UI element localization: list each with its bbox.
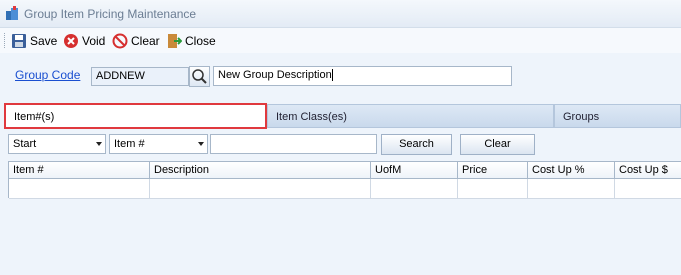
close-button[interactable]: Close: [166, 32, 216, 50]
search-field-select[interactable]: Item #: [109, 134, 208, 154]
title-bar: Group Item Pricing Maintenance: [0, 0, 681, 28]
close-icon: [168, 34, 182, 48]
grid-cell[interactable]: [150, 179, 371, 199]
column-header-item[interactable]: Item #: [9, 162, 150, 179]
grid-cell[interactable]: [615, 179, 681, 199]
text-caret: [331, 69, 333, 82]
search-field-value: Item #: [114, 138, 145, 150]
group-code-link[interactable]: Group Code: [15, 68, 80, 82]
column-header-cost-up-percent[interactable]: Cost Up %: [528, 162, 615, 179]
search-button[interactable]: Search: [381, 134, 452, 155]
toolbar: Save Void Clear Close: [0, 28, 681, 53]
toolbar-grip: [4, 33, 7, 48]
grid-cell[interactable]: [528, 179, 615, 199]
save-icon: [12, 34, 26, 48]
close-label: Close: [185, 34, 216, 48]
column-header-description[interactable]: Description: [150, 162, 371, 179]
group-code-input[interactable]: ADDNEW: [91, 67, 189, 86]
filter-clear-button[interactable]: Clear: [460, 134, 535, 155]
group-description-input[interactable]: New Group Description: [213, 66, 512, 86]
clear-label: Clear: [131, 34, 160, 48]
void-label: Void: [82, 34, 106, 48]
void-icon: [64, 34, 78, 48]
column-header-price[interactable]: Price: [458, 162, 528, 179]
save-label: Save: [30, 34, 58, 48]
chevron-down-icon: [96, 142, 102, 146]
app-icon: [6, 6, 18, 20]
clear-icon: [112, 33, 128, 49]
window-title: Group Item Pricing Maintenance: [24, 7, 197, 21]
tab-items[interactable]: Item#(s): [4, 103, 267, 129]
chevron-down-icon: [198, 142, 204, 146]
column-header-uofm[interactable]: UofM: [371, 162, 458, 179]
void-button[interactable]: Void: [63, 32, 105, 50]
save-button[interactable]: Save: [11, 32, 57, 50]
grid-cell[interactable]: [9, 179, 150, 199]
tab-groups[interactable]: Groups: [554, 104, 681, 128]
search-input[interactable]: [210, 134, 377, 154]
items-grid[interactable]: Item # Description UofM Price Cost Up % …: [8, 161, 681, 199]
grid-cell[interactable]: [371, 179, 458, 199]
clear-button[interactable]: Clear: [112, 32, 160, 50]
tab-item-classes[interactable]: Item Class(es): [267, 104, 554, 128]
search-icon: [192, 69, 207, 84]
grid-cell[interactable]: [458, 179, 528, 199]
column-header-cost-up-dollar[interactable]: Cost Up $: [615, 162, 681, 179]
lookup-button[interactable]: [189, 66, 210, 87]
group-description-text: New Group Description: [218, 69, 332, 81]
match-type-select[interactable]: Start: [8, 134, 106, 154]
match-type-value: Start: [13, 138, 37, 150]
